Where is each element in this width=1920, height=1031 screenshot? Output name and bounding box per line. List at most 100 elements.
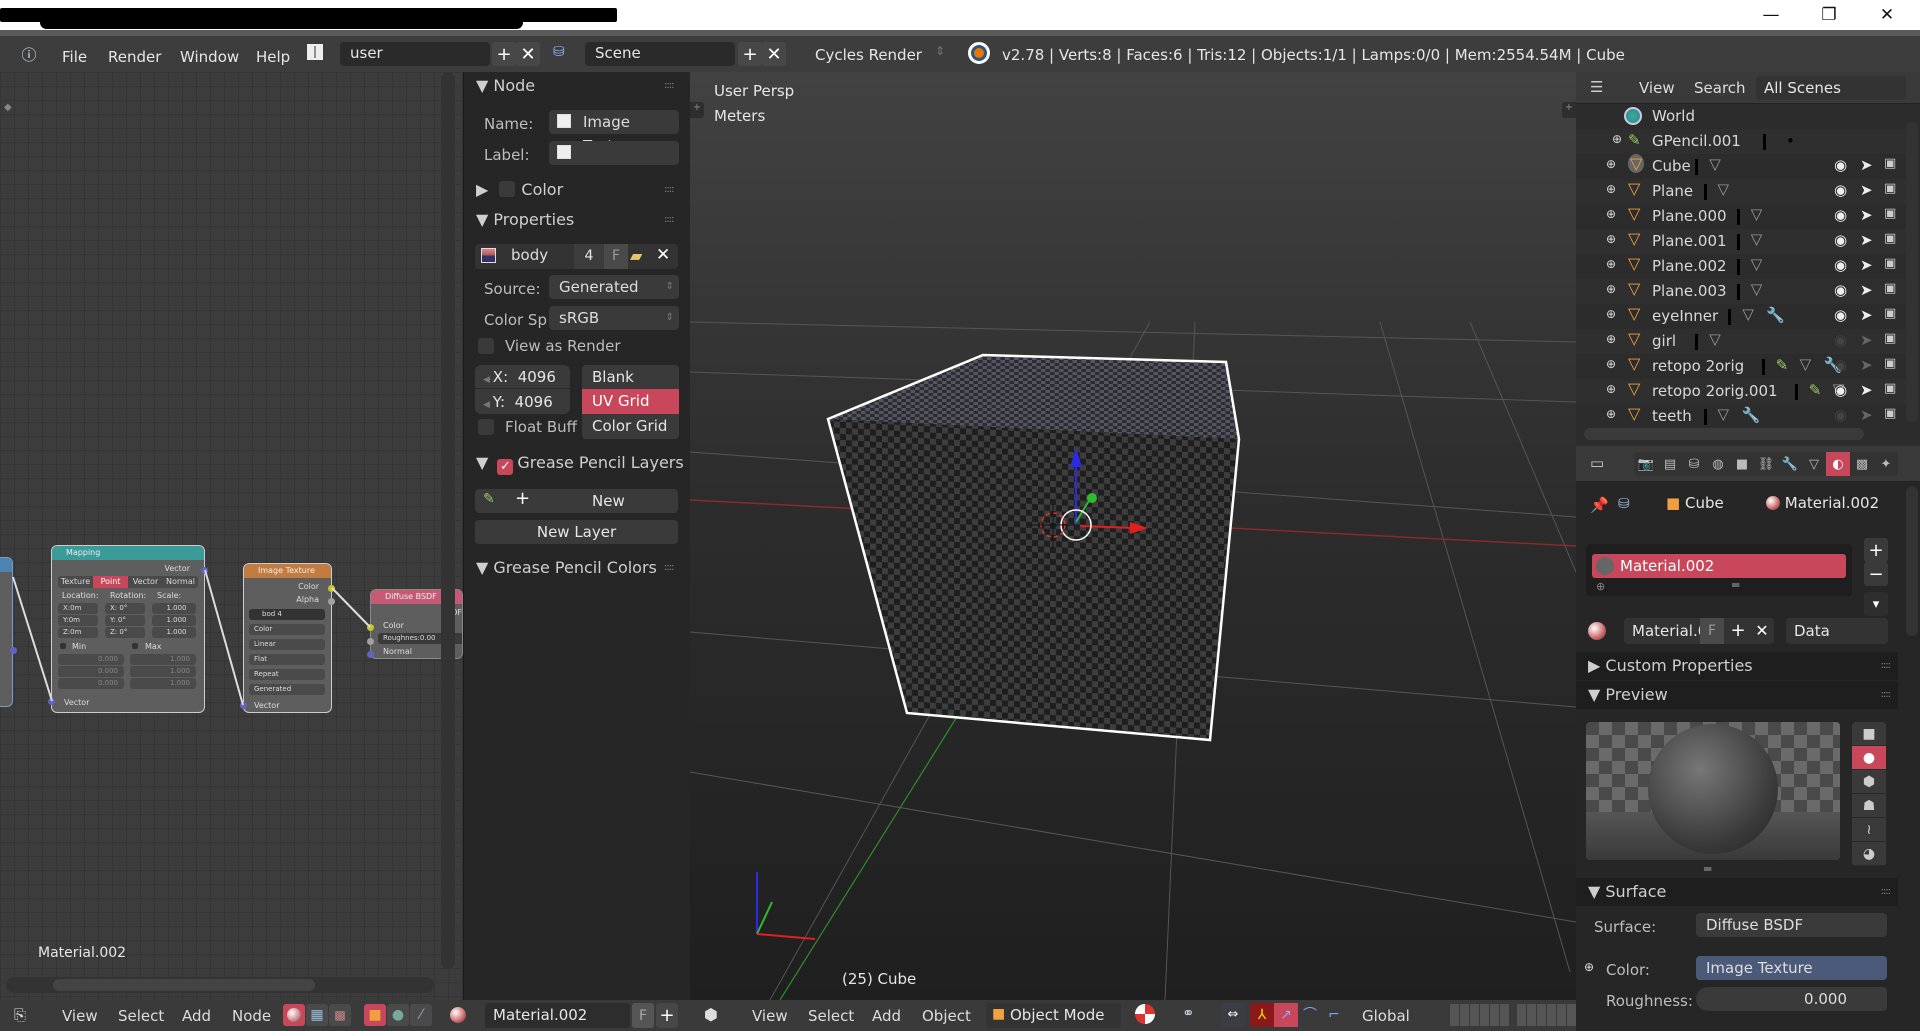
mesh-data-icon[interactable]: ▽ [1709, 155, 1721, 173]
color-checkbox[interactable] [499, 181, 516, 197]
selectable-cursor-icon[interactable]: ➤ [1860, 381, 1873, 399]
properties-shelf-toggle[interactable]: + [1562, 102, 1576, 118]
visibility-eye-icon[interactable]: ◉ [1834, 306, 1847, 324]
tab-render-icon[interactable]: 📷 [1634, 452, 1658, 476]
outliner-item-name[interactable]: teeth [1652, 407, 1692, 425]
menu-help[interactable]: Help [256, 48, 290, 66]
shader-nodes-icon[interactable] [283, 1004, 305, 1026]
color-input-dropdown[interactable]: Image Texture [1696, 956, 1887, 980]
mesh-data-icon[interactable]: ▽ [1709, 330, 1721, 348]
expand-icon[interactable]: ⊕ [1606, 357, 1616, 371]
node-section-header[interactable]: ▼ Node [476, 76, 535, 95]
visibility-eye-icon[interactable]: ◉ [1834, 381, 1847, 399]
visibility-eye-icon[interactable]: ◉ [1834, 281, 1847, 299]
pivot-point-icon[interactable]: ⚭ [1182, 1004, 1195, 1022]
tab-object-icon[interactable]: ■ [1730, 452, 1754, 476]
color-section-header[interactable]: ▶ Color [476, 180, 563, 199]
selectable-cursor-icon[interactable]: ➤ [1860, 156, 1873, 174]
render-camera-icon[interactable]: ▣ [1884, 331, 1896, 346]
expand-icon[interactable]: ⊕ [1606, 232, 1616, 246]
viewport-shading-icon[interactable] [1135, 1004, 1155, 1024]
outliner-item-name[interactable]: retopo 2orig [1652, 357, 1744, 375]
outliner-item[interactable]: ⊕ ▽ Plane.001 ▽ ◉ ➤ ▣ [1576, 229, 1906, 254]
view-as-render-checkbox[interactable] [478, 338, 494, 354]
drag-grip-icon[interactable]: :::: [1881, 886, 1892, 897]
visibility-eye-icon[interactable]: ◉ [1834, 181, 1847, 199]
add-material-slot-button[interactable]: + [1864, 538, 1888, 562]
horizontal-scrollbar[interactable] [6, 977, 434, 993]
render-camera-icon[interactable]: ▣ [1884, 306, 1896, 321]
selectable-cursor-icon[interactable]: ➤ [1860, 356, 1873, 374]
render-camera-icon[interactable]: ▣ [1884, 381, 1896, 396]
pin-icon[interactable]: 📌 [1590, 496, 1609, 514]
context-material[interactable]: Material.002 [1766, 494, 1879, 512]
gp-new-button[interactable]: New [592, 492, 625, 510]
properties-section-header[interactable]: ▼ Properties [476, 210, 574, 229]
scrollbar-thumb[interactable] [53, 979, 315, 991]
screen-layout-icon[interactable] [307, 44, 323, 60]
link-dropdown[interactable]: Data [1786, 618, 1888, 644]
outliner-item-name[interactable]: Plane.003 [1652, 282, 1727, 300]
drag-grip-icon[interactable]: :::: [664, 184, 675, 195]
3d-viewport[interactable]: User Persp Meters (25) Cube + + [690, 72, 1576, 1000]
outliner-item[interactable]: ⊕ ▽ girl ▽ ◉ ➤ ▣ [1576, 329, 1906, 354]
render-camera-icon[interactable]: ▣ [1884, 281, 1896, 296]
outliner-item-name[interactable]: Plane.001 [1652, 232, 1727, 250]
world-shader-icon[interactable]: ● [387, 1004, 409, 1026]
visibility-eye-icon[interactable]: ◉ [1834, 206, 1847, 224]
fake-user-button[interactable]: F [604, 244, 628, 269]
height-field[interactable]: ◀ Y: 4096 [475, 390, 570, 414]
material-name-field[interactable]: Material.0 [1632, 622, 1707, 640]
visibility-eye-icon[interactable]: ◉ [1834, 156, 1847, 174]
menu-select[interactable]: Select [118, 1007, 164, 1025]
selectable-cursor-icon[interactable]: ➤ [1860, 331, 1873, 349]
compositing-nodes-icon[interactable]: ▦ [306, 1004, 328, 1026]
pencil-icon[interactable]: ✎ [1809, 381, 1822, 399]
custom-properties-panel[interactable]: ▶ Custom Properties :::: [1576, 652, 1898, 680]
outliner-item-name[interactable]: retopo 2orig.001 [1652, 382, 1778, 400]
material-name-field[interactable]: Material.002 [485, 1003, 630, 1028]
outliner-item[interactable]: ⊕ ▽ retopo 2orig.001 ✎ ▽ ◉ ➤ ▣ [1576, 379, 1906, 404]
visibility-eye-icon[interactable]: ◉ [1834, 256, 1847, 274]
outliner-item[interactable]: ⊕ ▽ Cube ▽ ◉ ➤ ▣ [1576, 154, 1906, 179]
outliner-item[interactable]: ⊕ ▽ Plane ▽ ◉ ➤ ▣ [1576, 179, 1906, 204]
visibility-eye-icon[interactable]: ◉ [1834, 356, 1847, 374]
width-field[interactable]: ◀ X: 4096 [475, 365, 570, 389]
outliner-item-name[interactable]: Plane.002 [1652, 257, 1727, 275]
tab-data-icon[interactable]: ▽ [1802, 452, 1826, 476]
move-manipulator-icon[interactable]: ↗ [1274, 1003, 1298, 1027]
tab-particles-icon[interactable]: ✦ [1874, 452, 1898, 476]
slot-specials-menu[interactable]: ▾ [1864, 592, 1888, 616]
manipulator-toggle-icon[interactable]: ⇔ [1221, 1003, 1245, 1027]
fake-user-button[interactable]: F [632, 1003, 654, 1028]
selectable-cursor-icon[interactable]: ➤ [1860, 206, 1873, 224]
menu-view[interactable]: View [62, 1007, 98, 1025]
gen-type-uv-grid[interactable]: UV Grid [582, 389, 679, 414]
menu-add[interactable]: Add [182, 1007, 211, 1025]
selectable-cursor-icon[interactable]: ➤ [1860, 181, 1873, 199]
colorspace-dropdown[interactable]: sRGB ⇕ [549, 306, 679, 330]
visibility-eye-icon[interactable]: ◉ [1834, 331, 1847, 349]
outliner-item[interactable]: ⊕ ▽ eyeInner ▽ 🔧 ◉ ➤ ▣ [1576, 304, 1906, 329]
pencil-icon[interactable]: ✎ [1776, 356, 1789, 374]
scene-field[interactable]: Scene [585, 42, 735, 66]
menu-select[interactable]: Select [808, 1007, 854, 1025]
add-screen-button[interactable]: + [492, 42, 516, 66]
render-camera-icon[interactable]: ▣ [1884, 231, 1896, 246]
list-resize-handle[interactable]: ═ [1732, 578, 1739, 592]
add-slot-icon[interactable]: ⊕ [1596, 580, 1605, 593]
drag-grip-icon[interactable]: :::: [664, 562, 675, 573]
surface-shader-dropdown[interactable]: Diffuse BSDF [1696, 913, 1887, 937]
layers-grid-1[interactable] [1450, 1004, 1510, 1026]
menu-node[interactable]: Node [232, 1007, 271, 1025]
restore-button[interactable]: ❐ [1800, 0, 1858, 30]
info-icon[interactable]: ⓘ [14, 44, 44, 64]
modifier-wrench-icon[interactable]: 🔧 [1742, 406, 1761, 424]
menu-render[interactable]: Render [108, 48, 161, 66]
mesh-data-icon[interactable]: ▽ [1742, 305, 1754, 323]
roughness-slider[interactable]: 0.000 [1696, 987, 1887, 1011]
tab-world-icon[interactable]: ◍ [1706, 452, 1730, 476]
menu-object[interactable]: Object [922, 1007, 971, 1025]
close-button[interactable]: ✕ [1858, 0, 1916, 30]
linestyle-shader-icon[interactable]: ⁄ [410, 1004, 432, 1026]
